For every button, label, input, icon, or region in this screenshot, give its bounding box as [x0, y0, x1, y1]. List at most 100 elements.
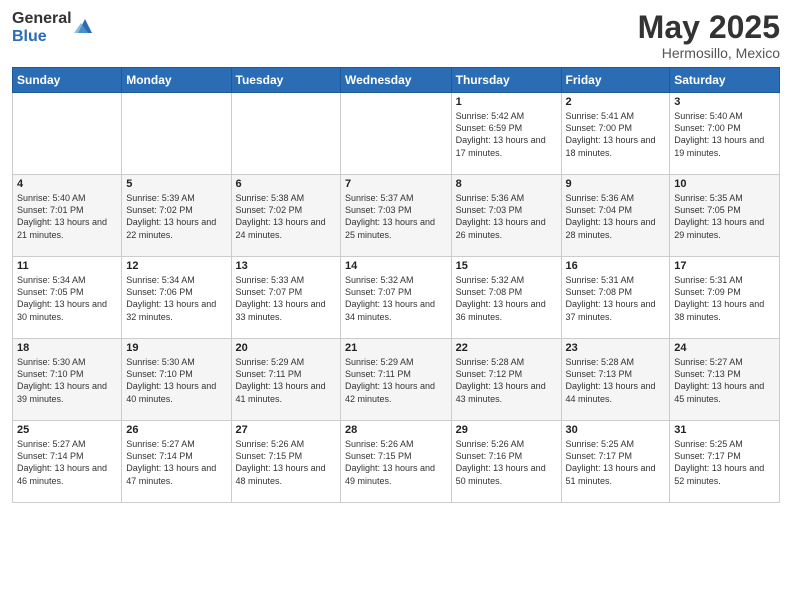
day-cell: 14 Sunrise: 5:32 AM Sunset: 7:07 PM Dayli… — [341, 257, 452, 339]
day-number: 16 — [566, 260, 666, 272]
day-info: Sunrise: 5:27 AM Sunset: 7:14 PM Dayligh… — [126, 438, 226, 487]
day-number: 9 — [566, 178, 666, 190]
day-number: 7 — [345, 178, 447, 190]
day-info: Sunrise: 5:36 AM Sunset: 7:03 PM Dayligh… — [456, 192, 557, 241]
day-number: 8 — [456, 178, 557, 190]
day-number: 25 — [17, 424, 117, 436]
day-number: 13 — [236, 260, 336, 272]
month-title: May 2025 — [638, 10, 780, 45]
day-cell: 31 Sunrise: 5:25 AM Sunset: 7:17 PM Dayli… — [670, 421, 780, 503]
day-cell: 19 Sunrise: 5:30 AM Sunset: 7:10 PM Dayli… — [122, 339, 231, 421]
day-cell: 7 Sunrise: 5:37 AM Sunset: 7:03 PM Daylig… — [341, 175, 452, 257]
day-info: Sunrise: 5:28 AM Sunset: 7:12 PM Dayligh… — [456, 356, 557, 405]
day-number: 11 — [17, 260, 117, 272]
day-cell: 3 Sunrise: 5:40 AM Sunset: 7:00 PM Daylig… — [670, 93, 780, 175]
day-cell: 5 Sunrise: 5:39 AM Sunset: 7:02 PM Daylig… — [122, 175, 231, 257]
title-area: May 2025 Hermosillo, Mexico — [638, 10, 780, 61]
day-info: Sunrise: 5:37 AM Sunset: 7:03 PM Dayligh… — [345, 192, 447, 241]
logo-icon — [74, 15, 96, 37]
weekday-header-saturday: Saturday — [670, 68, 780, 93]
day-info: Sunrise: 5:31 AM Sunset: 7:08 PM Dayligh… — [566, 274, 666, 323]
day-number: 2 — [566, 96, 666, 108]
day-info: Sunrise: 5:36 AM Sunset: 7:04 PM Dayligh… — [566, 192, 666, 241]
day-info: Sunrise: 5:38 AM Sunset: 7:02 PM Dayligh… — [236, 192, 336, 241]
calendar-table: SundayMondayTuesdayWednesdayThursdayFrid… — [12, 67, 780, 503]
day-cell: 2 Sunrise: 5:41 AM Sunset: 7:00 PM Daylig… — [561, 93, 670, 175]
day-cell — [231, 93, 340, 175]
day-cell: 27 Sunrise: 5:26 AM Sunset: 7:15 PM Dayli… — [231, 421, 340, 503]
day-cell: 24Sunrise: 5:27 AM Sunset: 7:13 PM Dayli… — [670, 339, 780, 421]
day-number: 5 — [126, 178, 226, 190]
week-row-5: 25 Sunrise: 5:27 AM Sunset: 7:14 PM Dayli… — [13, 421, 780, 503]
day-info: Sunrise: 5:26 AM Sunset: 7:16 PM Dayligh… — [456, 438, 557, 487]
day-cell: 9 Sunrise: 5:36 AM Sunset: 7:04 PM Daylig… — [561, 175, 670, 257]
day-info: Sunrise: 5:42 AM Sunset: 6:59 PM Dayligh… — [456, 110, 557, 159]
day-info: Sunrise: 5:34 AM Sunset: 7:05 PM Dayligh… — [17, 274, 117, 323]
day-info: Sunrise: 5:28 AM Sunset: 7:13 PM Dayligh… — [566, 356, 666, 405]
weekday-header-thursday: Thursday — [451, 68, 561, 93]
day-number: 23 — [566, 342, 666, 354]
day-number: 22 — [456, 342, 557, 354]
day-number: 14 — [345, 260, 447, 272]
day-cell: 26 Sunrise: 5:27 AM Sunset: 7:14 PM Dayli… — [122, 421, 231, 503]
day-info: Sunrise: 5:27 AM Sunset: 7:14 PM Dayligh… — [17, 438, 117, 487]
day-number: 28 — [345, 424, 447, 436]
day-info: Sunrise: 5:40 AM Sunset: 7:00 PM Dayligh… — [674, 110, 775, 159]
day-number: 1 — [456, 96, 557, 108]
day-number: 27 — [236, 424, 336, 436]
day-cell: 16 Sunrise: 5:31 AM Sunset: 7:08 PM Dayli… — [561, 257, 670, 339]
day-number: 15 — [456, 260, 557, 272]
logo-text: General Blue — [12, 10, 72, 45]
day-info: Sunrise: 5:34 AM Sunset: 7:06 PM Dayligh… — [126, 274, 226, 323]
day-cell: 30 Sunrise: 5:25 AM Sunset: 7:17 PM Dayli… — [561, 421, 670, 503]
day-info: Sunrise: 5:30 AM Sunset: 7:10 PM Dayligh… — [126, 356, 226, 405]
day-number: 19 — [126, 342, 226, 354]
day-number: 29 — [456, 424, 557, 436]
day-info: Sunrise: 5:29 AM Sunset: 7:11 PM Dayligh… — [345, 356, 447, 405]
day-info: Sunrise: 5:40 AM Sunset: 7:01 PM Dayligh… — [17, 192, 117, 241]
day-info: Sunrise: 5:39 AM Sunset: 7:02 PM Dayligh… — [126, 192, 226, 241]
day-number: 3 — [674, 96, 775, 108]
day-cell: 15 Sunrise: 5:32 AM Sunset: 7:08 PM Dayli… — [451, 257, 561, 339]
day-number: 17 — [674, 260, 775, 272]
day-info: Sunrise: 5:32 AM Sunset: 7:07 PM Dayligh… — [345, 274, 447, 323]
day-number: 31 — [674, 424, 775, 436]
day-number: 10 — [674, 178, 775, 190]
day-cell: 20Sunrise: 5:29 AM Sunset: 7:11 PM Dayli… — [231, 339, 340, 421]
weekday-header-tuesday: Tuesday — [231, 68, 340, 93]
location: Hermosillo, Mexico — [638, 45, 780, 61]
day-cell: 1 Sunrise: 5:42 AM Sunset: 6:59 PM Daylig… — [451, 93, 561, 175]
week-row-2: 4Sunrise: 5:40 AM Sunset: 7:01 PM Daylig… — [13, 175, 780, 257]
day-info: Sunrise: 5:25 AM Sunset: 7:17 PM Dayligh… — [566, 438, 666, 487]
day-cell: 29 Sunrise: 5:26 AM Sunset: 7:16 PM Dayli… — [451, 421, 561, 503]
day-cell — [13, 93, 122, 175]
day-number: 18 — [17, 342, 117, 354]
calendar-container: General Blue May 2025 Hermosillo, Mexico… — [0, 0, 792, 612]
day-number: 12 — [126, 260, 226, 272]
weekday-header-monday: Monday — [122, 68, 231, 93]
weekday-header-wednesday: Wednesday — [341, 68, 452, 93]
day-cell: 6Sunrise: 5:38 AM Sunset: 7:02 PM Daylig… — [231, 175, 340, 257]
week-row-4: 18 Sunrise: 5:30 AM Sunset: 7:10 PM Dayli… — [13, 339, 780, 421]
day-info: Sunrise: 5:26 AM Sunset: 7:15 PM Dayligh… — [236, 438, 336, 487]
day-cell: 13Sunrise: 5:33 AM Sunset: 7:07 PM Dayli… — [231, 257, 340, 339]
day-info: Sunrise: 5:32 AM Sunset: 7:08 PM Dayligh… — [456, 274, 557, 323]
day-cell — [341, 93, 452, 175]
day-info: Sunrise: 5:25 AM Sunset: 7:17 PM Dayligh… — [674, 438, 775, 487]
day-cell — [122, 93, 231, 175]
weekday-header-row: SundayMondayTuesdayWednesdayThursdayFrid… — [13, 68, 780, 93]
day-number: 24 — [674, 342, 775, 354]
day-info: Sunrise: 5:31 AM Sunset: 7:09 PM Dayligh… — [674, 274, 775, 323]
weekday-header-friday: Friday — [561, 68, 670, 93]
day-cell: 8 Sunrise: 5:36 AM Sunset: 7:03 PM Daylig… — [451, 175, 561, 257]
day-cell: 23 Sunrise: 5:28 AM Sunset: 7:13 PM Dayli… — [561, 339, 670, 421]
day-info: Sunrise: 5:41 AM Sunset: 7:00 PM Dayligh… — [566, 110, 666, 159]
day-number: 30 — [566, 424, 666, 436]
day-number: 26 — [126, 424, 226, 436]
header: General Blue May 2025 Hermosillo, Mexico — [12, 10, 780, 61]
day-cell: 25 Sunrise: 5:27 AM Sunset: 7:14 PM Dayli… — [13, 421, 122, 503]
day-info: Sunrise: 5:29 AM Sunset: 7:11 PM Dayligh… — [236, 356, 336, 405]
day-info: Sunrise: 5:35 AM Sunset: 7:05 PM Dayligh… — [674, 192, 775, 241]
weekday-header-sunday: Sunday — [13, 68, 122, 93]
day-cell: 10 Sunrise: 5:35 AM Sunset: 7:05 PM Dayli… — [670, 175, 780, 257]
